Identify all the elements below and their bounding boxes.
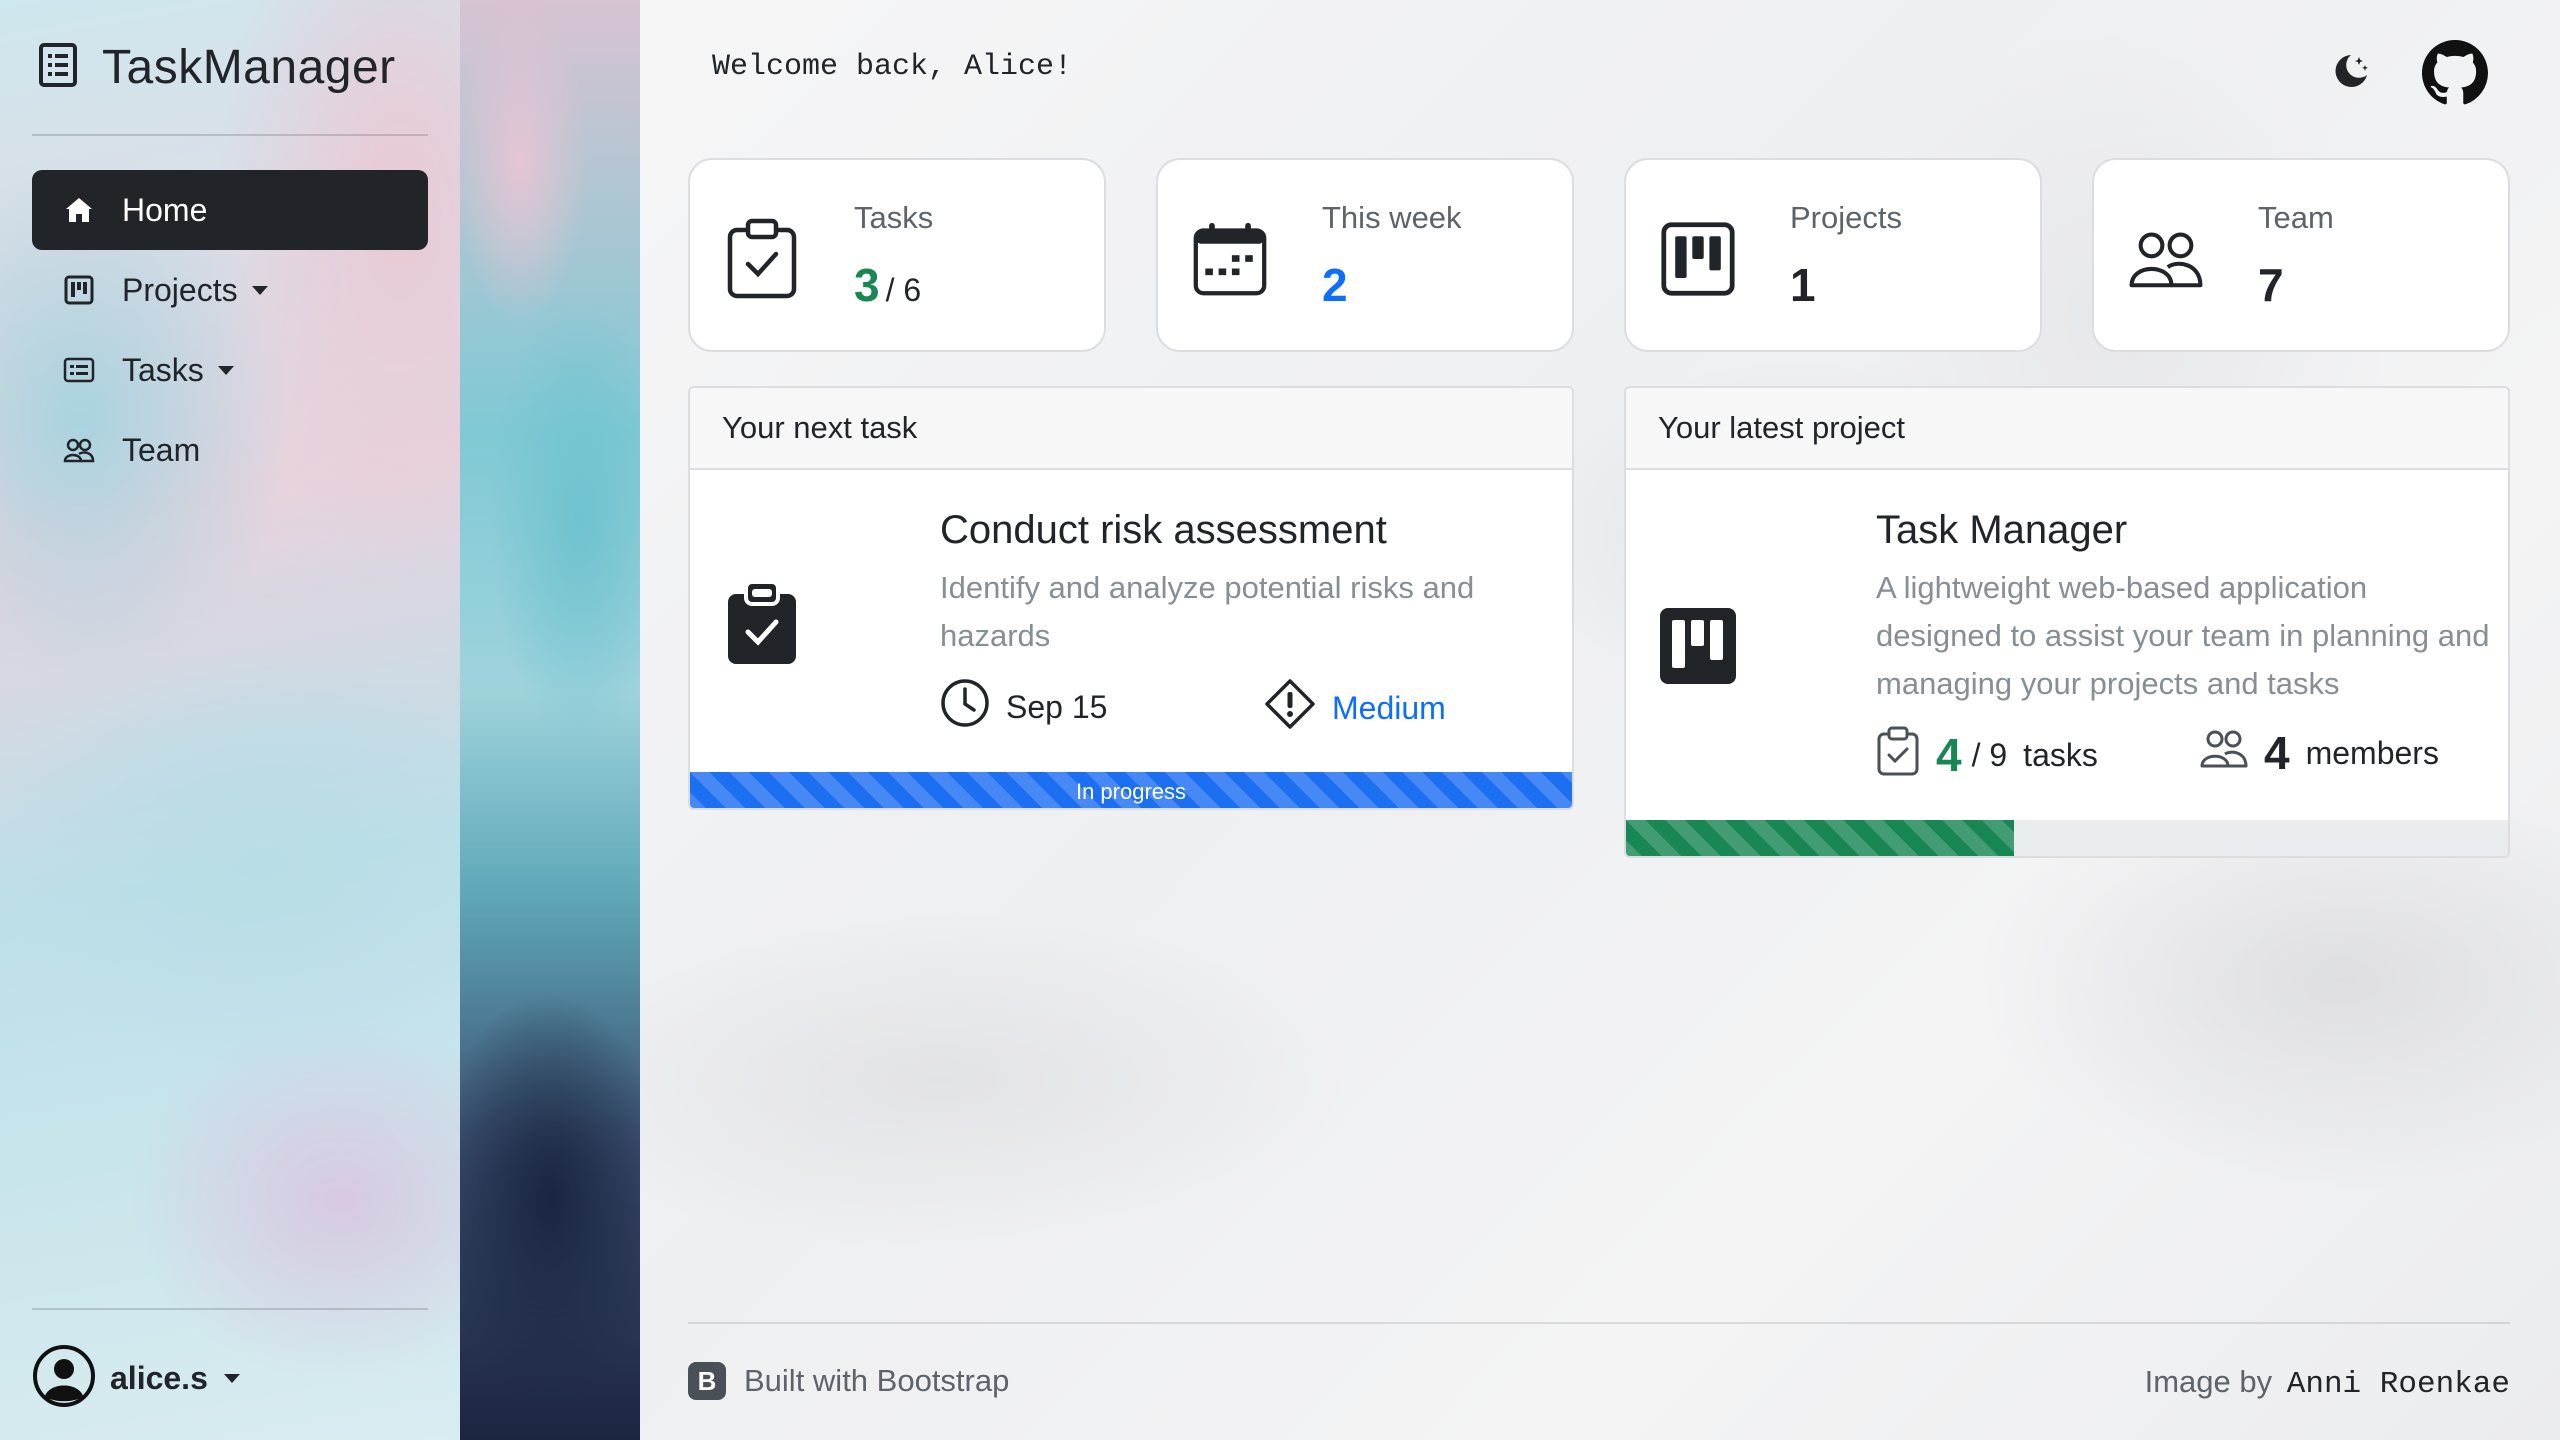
stat-card-projects[interactable]: Projects 1: [1624, 158, 2042, 352]
decorative-art-strip: [460, 0, 640, 1440]
people-icon: [62, 433, 96, 467]
sidebar-nav: Home Projects Tasks Team: [32, 170, 428, 490]
house-icon: [62, 193, 96, 227]
stat-value: 7: [2258, 259, 2284, 311]
latest-project-card[interactable]: Your latest project Task Manager A light…: [1624, 386, 2510, 858]
people-icon: [2128, 218, 2204, 300]
tasks-total: / 6: [885, 272, 922, 308]
footer-divider: [688, 1322, 2510, 1324]
caret-down-icon: [217, 365, 234, 375]
project-tasks-done: 4: [1936, 729, 1962, 781]
project-progress-track: [1626, 820, 2508, 856]
task-priority: Medium: [1264, 678, 1446, 738]
stat-value: 3/ 6: [854, 258, 921, 312]
project-description: A lightweight web-based application desi…: [1876, 570, 2490, 701]
avatar: [32, 1344, 96, 1413]
clipboard-check-fill-icon: [726, 580, 798, 671]
credit-prefix: Image by: [2144, 1364, 2273, 1399]
sidebar-item-label: Team: [122, 431, 201, 468]
bootstrap-icon: B: [688, 1362, 726, 1400]
sidebar-divider: [32, 1308, 428, 1310]
people-icon: [2200, 729, 2248, 777]
built-with-text: Built with Bootstrap: [744, 1363, 1010, 1398]
task-due: Sep 15: [940, 678, 1107, 736]
stat-value: 1: [1790, 259, 1816, 311]
task-status-progress-bar: In progress: [690, 772, 1572, 808]
clipboard-check-icon: [1876, 726, 1920, 784]
due-date: Sep 15: [1006, 688, 1108, 725]
sidebar-item-tasks[interactable]: Tasks: [32, 330, 428, 410]
kanban-icon: [1660, 218, 1736, 300]
stat-label: This week: [1322, 200, 1462, 235]
image-credit: Image by Anni Roenkae: [2145, 1364, 2510, 1402]
priority-value: Medium: [1332, 689, 1446, 726]
stat-value: 2: [1322, 259, 1348, 311]
card-header: Your next task: [690, 388, 1572, 470]
welcome-message: Welcome back, Alice!: [712, 50, 1073, 84]
sidebar-item-team[interactable]: Team: [32, 410, 428, 490]
project-progress-bar: [1626, 820, 2015, 856]
project-members-count: 4: [2264, 727, 2290, 779]
stat-label: Team: [2258, 200, 2334, 235]
sidebar: TaskManager Home Projects Tasks Team ali…: [0, 0, 460, 1440]
clock-icon: [940, 678, 990, 736]
built-with-bootstrap-link[interactable]: B Built with Bootstrap: [688, 1362, 1009, 1400]
task-description: Identify and analyze potential risks and…: [940, 570, 1475, 653]
sidebar-item-home[interactable]: Home: [32, 170, 428, 250]
username: alice.s: [110, 1360, 208, 1396]
clipboard-check-icon: [724, 218, 800, 300]
card-header: Your latest project: [1626, 388, 2508, 470]
github-link[interactable]: [2422, 40, 2488, 106]
sidebar-item-projects[interactable]: Projects: [32, 250, 428, 330]
exclamation-diamond-icon: [1264, 678, 1316, 738]
caret-down-icon: [251, 285, 268, 295]
next-task-card[interactable]: Your next task Conduct risk assessment I…: [688, 386, 1574, 810]
theme-toggle-button[interactable]: [2328, 50, 2374, 96]
brand-name: TaskManager: [102, 41, 396, 94]
project-tasks-label: tasks: [2023, 736, 2098, 773]
project-tasks: 4 / 9 tasks: [1876, 726, 2098, 784]
kanban-fill-icon: [1660, 606, 1736, 691]
stat-card-tasks[interactable]: Tasks 3/ 6: [688, 158, 1106, 352]
calendar-week-icon: [1192, 218, 1268, 300]
sidebar-item-label: Tasks: [122, 351, 204, 388]
caret-down-icon: [223, 1374, 240, 1383]
sidebar-divider: [32, 134, 428, 136]
stat-label: Projects: [1790, 200, 1902, 235]
user-menu[interactable]: alice.s: [32, 1344, 240, 1413]
journal-text-icon: [38, 42, 78, 93]
project-members: 4 members: [2200, 726, 2439, 780]
stat-card-this-week[interactable]: This week 2: [1156, 158, 1574, 352]
kanban-icon: [62, 273, 96, 307]
github-icon: [2422, 40, 2488, 110]
stat-label: Tasks: [854, 200, 934, 235]
project-title: Task Manager: [1876, 508, 2128, 552]
card-checklist-icon: [62, 353, 96, 387]
task-title: Conduct risk assessment: [940, 508, 1387, 552]
sidebar-item-label: Home: [122, 191, 208, 228]
stat-card-team[interactable]: Team 7: [2092, 158, 2510, 352]
project-tasks-total: / 9: [1971, 736, 2008, 773]
brand[interactable]: TaskManager: [38, 40, 396, 95]
sidebar-item-label: Projects: [122, 271, 238, 308]
tasks-done-count: 3: [854, 259, 880, 311]
moon-stars-icon: [2331, 51, 2371, 96]
project-members-label: members: [2305, 734, 2439, 771]
credit-author-link[interactable]: Anni Roenkae: [2287, 1367, 2510, 1402]
